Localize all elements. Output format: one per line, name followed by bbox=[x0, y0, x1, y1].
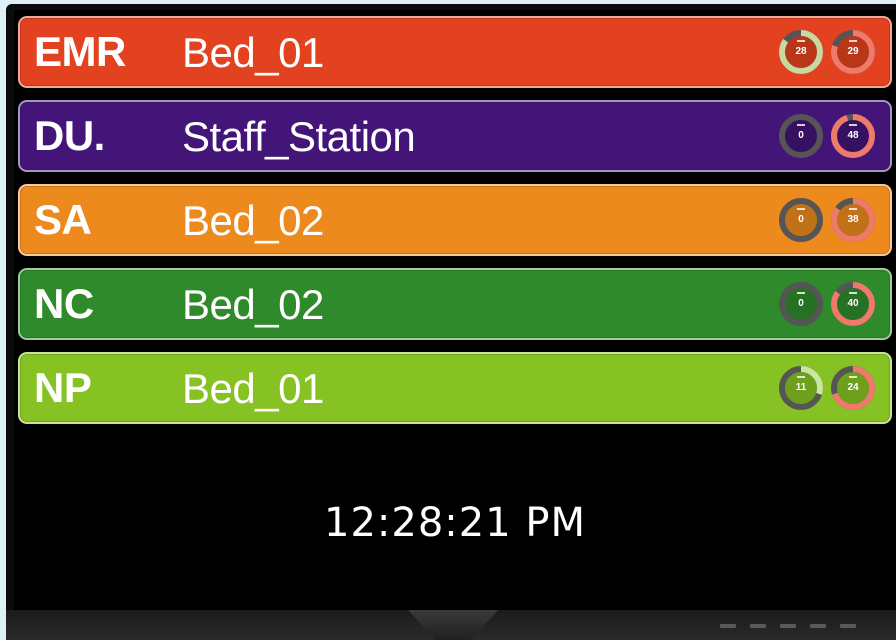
gauge-tick bbox=[849, 292, 857, 294]
display-screen: EMR Bed_01 28 29 DU. Staff_Station 0 48 … bbox=[14, 10, 896, 610]
monitor-button[interactable] bbox=[720, 624, 736, 628]
gauge-tick bbox=[849, 40, 857, 42]
alert-code: NC bbox=[34, 280, 94, 327]
monitor-button[interactable] bbox=[750, 624, 766, 628]
alert-row-emr[interactable]: EMR Bed_01 28 29 bbox=[18, 16, 892, 88]
gauge-tick bbox=[797, 208, 805, 210]
gauge-tick bbox=[849, 376, 857, 378]
alert-code: SA bbox=[34, 196, 92, 243]
gauge-primary: 0 bbox=[778, 113, 824, 159]
gauge-primary: 11 bbox=[778, 365, 824, 411]
gauge-value: 40 bbox=[847, 298, 859, 309]
gauge-tick bbox=[797, 40, 805, 42]
gauge-value: 0 bbox=[798, 130, 804, 141]
gauge-value: 48 bbox=[847, 130, 859, 141]
gauge-value: 29 bbox=[847, 46, 859, 57]
gauge-secondary: 48 bbox=[830, 113, 876, 159]
gauge-tick bbox=[849, 208, 857, 210]
clock-display: 12:28:21 PM bbox=[324, 500, 586, 546]
gauge-tick bbox=[797, 124, 805, 126]
gauge-secondary: 24 bbox=[830, 365, 876, 411]
monitor-button[interactable] bbox=[780, 624, 796, 628]
monitor-button[interactable] bbox=[810, 624, 826, 628]
gauge-tick bbox=[797, 376, 805, 378]
gauge-value: 28 bbox=[795, 46, 807, 57]
power-button[interactable] bbox=[840, 624, 856, 628]
gauge-primary: 0 bbox=[778, 197, 824, 243]
monitor-frame: EMR Bed_01 28 29 DU. Staff_Station 0 48 … bbox=[6, 4, 896, 640]
alert-row-nc[interactable]: NC Bed_02 0 40 bbox=[18, 268, 892, 340]
gauge-value: 24 bbox=[847, 382, 859, 393]
gauge-secondary: 40 bbox=[830, 281, 876, 327]
gauge-value: 38 bbox=[847, 214, 859, 225]
gauge-tick bbox=[797, 292, 805, 294]
gauge-value: 0 bbox=[798, 298, 804, 309]
gauge-secondary: 29 bbox=[830, 29, 876, 75]
alert-location: Bed_01 bbox=[182, 29, 324, 76]
gauge-value: 11 bbox=[795, 382, 807, 393]
gauge-tick bbox=[849, 124, 857, 126]
alert-location: Bed_01 bbox=[182, 365, 324, 412]
gauge-primary: 0 bbox=[778, 281, 824, 327]
alert-code: EMR bbox=[34, 28, 126, 75]
alert-location: Bed_02 bbox=[182, 197, 324, 244]
gauge-value: 0 bbox=[798, 214, 804, 225]
alert-location: Staff_Station bbox=[182, 113, 416, 160]
alert-location: Bed_02 bbox=[182, 281, 324, 328]
alert-row-np[interactable]: NP Bed_01 11 24 bbox=[18, 352, 892, 424]
gauge-primary: 28 bbox=[778, 29, 824, 75]
gauge-secondary: 38 bbox=[830, 197, 876, 243]
alert-code: NP bbox=[34, 364, 92, 411]
monitor-controls bbox=[720, 624, 856, 628]
alert-row-sa[interactable]: SA Bed_02 0 38 bbox=[18, 184, 892, 256]
alert-code: DU. bbox=[34, 112, 105, 159]
alert-row-du[interactable]: DU. Staff_Station 0 48 bbox=[18, 100, 892, 172]
